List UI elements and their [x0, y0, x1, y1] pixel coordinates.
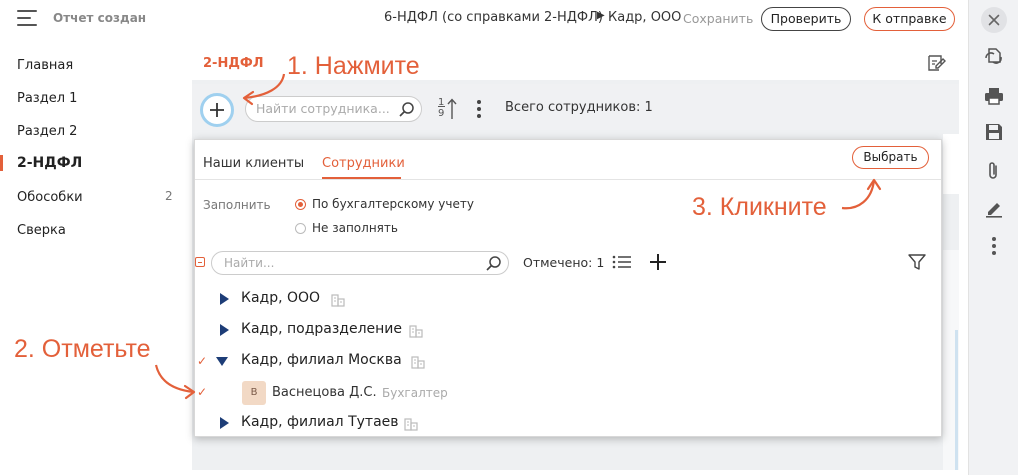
- expand-arrow-icon[interactable]: [220, 417, 229, 429]
- report-status: Отчет создан: [53, 11, 147, 25]
- annotation-step-1: 1. Нажмите: [287, 52, 420, 80]
- annotation-arrow-1-icon: [242, 73, 286, 106]
- search-icon: [399, 102, 414, 117]
- sidebar-item-2ndfl[interactable]: 2-НДФЛ: [17, 155, 82, 171]
- tab-our-clients[interactable]: Наши клиенты: [203, 156, 304, 171]
- list-view-icon[interactable]: [612, 254, 632, 270]
- tabs-divider: [195, 179, 941, 180]
- plus-icon: [210, 103, 224, 117]
- sidebar-item-section-2[interactable]: Раздел 2: [17, 124, 77, 139]
- total-employees-label: Всего сотрудников: 1: [505, 100, 653, 115]
- annotation-arrow-3-icon: [841, 178, 882, 210]
- avatar: В: [242, 381, 266, 405]
- popup-search-placeholder: Найти...: [224, 256, 275, 270]
- more-options-icon[interactable]: [474, 99, 484, 121]
- branches-count-badge: 2: [165, 189, 173, 203]
- app-root: Отчет создан 6-НДФЛ (со справками 2-НДФЛ…: [0, 0, 1018, 475]
- filter-icon[interactable]: [907, 253, 927, 271]
- save-button[interactable]: Сохранить: [683, 11, 753, 26]
- building-icon: [411, 354, 425, 369]
- sort-bottom-digit: 9: [438, 108, 445, 119]
- tab-employees[interactable]: Сотрудники: [322, 156, 405, 171]
- sync-icon[interactable]: [983, 46, 1005, 68]
- popup-search-input[interactable]: Найти...: [211, 251, 509, 275]
- sidebar-item-main[interactable]: Главная: [17, 58, 73, 73]
- sidebar-item-reconciliation[interactable]: Сверка: [17, 223, 66, 238]
- breadcrumb-arrow-icon: ▶: [597, 10, 605, 21]
- annotation-arrow-2-icon: [154, 364, 196, 400]
- menu-icon[interactable]: [17, 10, 37, 26]
- section-title: 2-НДФЛ: [203, 56, 264, 71]
- document-title: 6-НДФЛ (со справками 2-НДФЛ): [384, 10, 603, 25]
- expand-arrow-icon[interactable]: [220, 324, 229, 336]
- sort-icon[interactable]: 1 9: [437, 97, 457, 123]
- tree-item-moscow-branch[interactable]: Кадр, филиал Москва: [241, 352, 402, 368]
- background-scroll-fragment: [955, 330, 958, 470]
- check-button[interactable]: Проверить: [761, 7, 851, 31]
- add-icon[interactable]: [647, 251, 669, 273]
- sidebar-item-branches[interactable]: Обособки: [17, 190, 83, 205]
- select-all-checkbox[interactable]: [195, 257, 205, 267]
- collapse-arrow-icon[interactable]: [216, 357, 228, 366]
- search-icon: [486, 256, 501, 271]
- radio-do-not-fill-label[interactable]: Не заполнять: [312, 221, 398, 235]
- active-nav-marker: [0, 155, 3, 171]
- tree-item-tutaev-branch[interactable]: Кадр, филиал Тутаев: [241, 414, 399, 430]
- radio-by-accounting-label[interactable]: По бухгалтерскому учету: [312, 197, 474, 211]
- building-icon: [331, 292, 345, 307]
- organization-link[interactable]: Кадр, ООО: [608, 10, 681, 25]
- choose-button[interactable]: Выбрать: [852, 146, 929, 169]
- employee-role: Бухгалтер: [382, 386, 448, 400]
- print-icon[interactable]: [983, 85, 1005, 107]
- expand-arrow-icon[interactable]: [220, 293, 229, 305]
- report-edit-icon[interactable]: [925, 52, 947, 74]
- annotation-step-2: 2. Отметьте: [14, 335, 151, 363]
- tree-item-org[interactable]: Кадр, ООО: [241, 290, 320, 306]
- send-button[interactable]: К отправке: [864, 7, 955, 31]
- building-icon: [404, 416, 418, 431]
- sign-icon[interactable]: [983, 197, 1005, 219]
- background-panel-fragment: [943, 134, 959, 194]
- radio-do-not-fill[interactable]: [295, 223, 306, 234]
- close-icon[interactable]: [981, 7, 1007, 33]
- sidebar-item-section-1[interactable]: Раздел 1: [17, 91, 77, 106]
- employee-name[interactable]: Васнецова Д.С.: [272, 385, 377, 400]
- more-vertical-icon[interactable]: [983, 235, 1005, 257]
- paperclip-icon[interactable]: [983, 160, 1005, 182]
- building-icon: [409, 323, 423, 338]
- radio-by-accounting[interactable]: [295, 199, 306, 210]
- add-employee-button[interactable]: [200, 93, 234, 127]
- marked-count: Отмечено: 1: [523, 255, 605, 270]
- annotation-step-3: 3. Кликните: [692, 193, 827, 221]
- tree-item-division[interactable]: Кадр, подразделение: [241, 321, 402, 337]
- fill-label: Заполнить: [203, 198, 271, 212]
- save-disk-icon[interactable]: [983, 121, 1005, 143]
